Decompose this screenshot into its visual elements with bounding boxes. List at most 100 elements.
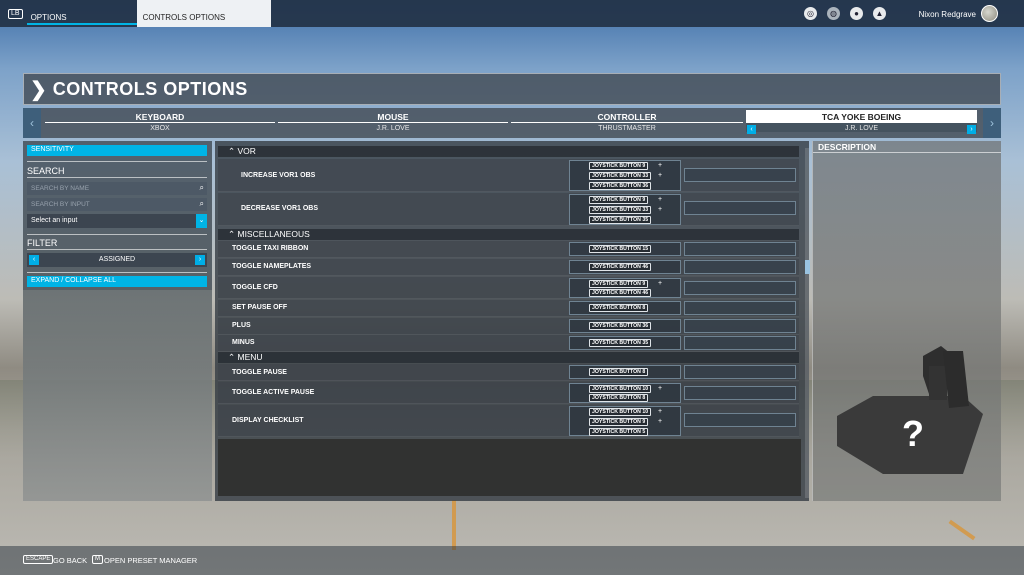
- list-item[interactable]: TOGGLE PAUSE JOYSTICK BUTTON 8: [218, 364, 799, 381]
- list-item[interactable]: TOGGLE NAMEPLATES JOYSTICK BUTTON 46: [218, 259, 799, 276]
- plus-sign: +: [658, 162, 663, 169]
- tab-keyboard-profile: XBOX: [150, 125, 170, 132]
- binding-primary[interactable]: JOYSTICK BUTTON 35: [569, 336, 681, 350]
- list-item[interactable]: MINUS JOYSTICK BUTTON 35: [218, 335, 799, 352]
- binding-secondary[interactable]: [684, 319, 796, 333]
- tab-tca-yoke-name: TCA YOKE BOEING: [746, 110, 977, 123]
- category-vor[interactable]: ⌃ VOR: [218, 146, 799, 157]
- binding-primary[interactable]: JOYSTICK BUTTON 10 + JOYSTICK BUTTON 8: [569, 383, 681, 403]
- search-by-name-input[interactable]: SEARCH BY NAME ⌕: [27, 182, 207, 195]
- binding-key: JOYSTICK BUTTON 5: [589, 428, 649, 436]
- tab-controller-name: CONTROLLER: [511, 110, 743, 123]
- arrow-right-icon[interactable]: ›: [983, 108, 1001, 138]
- plus-sign: +: [658, 408, 663, 415]
- binding-primary[interactable]: JOYSTICK BUTTON 15: [569, 242, 681, 256]
- tab-mouse[interactable]: MOUSE J.R. LOVE: [278, 110, 508, 136]
- binding-secondary[interactable]: [684, 365, 796, 379]
- binding-primary[interactable]: JOYSTICK BUTTON 9 + JOYSTICK BUTTON 33 + J…: [569, 160, 681, 191]
- binding-secondary[interactable]: [684, 242, 796, 256]
- arrow-right-icon[interactable]: ›: [195, 255, 205, 265]
- list-item[interactable]: TOGGLE CFD JOYSTICK BUTTON 9 + JOYSTICK B…: [218, 277, 799, 299]
- list-empty-area: [218, 439, 801, 496]
- binding-primary[interactable]: JOYSTICK BUTTON 36: [569, 319, 681, 333]
- binding-key: JOYSTICK BUTTON 9: [589, 196, 649, 204]
- description-panel: DESCRIPTION ?: [812, 141, 1001, 501]
- top-icons: ◎ ◍ ● ▲: [804, 7, 886, 20]
- binding-secondary[interactable]: [684, 336, 796, 350]
- category-miscellaneous[interactable]: ⌃ MISCELLANEOUS: [218, 229, 799, 240]
- list-item-label: PLUS: [232, 322, 251, 329]
- flight-hub-icon[interactable]: ◎: [804, 7, 817, 20]
- tab-options[interactable]: OPTIONS: [26, 0, 137, 27]
- binding-key: JOYSTICK BUTTON 10: [589, 408, 652, 416]
- category-miscellaneous-label: MISCELLANEOUS: [237, 229, 310, 239]
- search-by-input-input[interactable]: SEARCH BY INPUT ⌕: [27, 198, 207, 211]
- arrow-left-icon[interactable]: ‹: [747, 125, 756, 134]
- tab-tca-yoke[interactable]: TCA YOKE BOEING J.R. LOVE ‹ ›: [746, 110, 977, 136]
- binding-primary[interactable]: JOYSTICK BUTTON 8: [569, 365, 681, 379]
- list-item[interactable]: TOGGLE ACTIVE PAUSE JOYSTICK BUTTON 10 + …: [218, 382, 799, 404]
- binding-primary[interactable]: JOYSTICK BUTTON 10 + JOYSTICK BUTTON 9 + J…: [569, 406, 681, 436]
- username[interactable]: Nixon Redgrave: [919, 10, 976, 19]
- plus-sign: +: [658, 172, 663, 179]
- list-item[interactable]: SET PAUSE OFF JOYSTICK BUTTON 8: [218, 300, 799, 317]
- tab-keyboard[interactable]: KEYBOARD XBOX: [45, 110, 275, 136]
- list-item[interactable]: PLUS JOYSTICK BUTTON 36: [218, 318, 799, 335]
- tab-controls-options[interactable]: CONTROLS OPTIONS: [136, 0, 271, 27]
- binding-key: JOYSTICK BUTTON 8: [589, 368, 649, 376]
- select-input-value: Select an input: [31, 217, 78, 224]
- binding-primary[interactable]: JOYSTICK BUTTON 8: [569, 301, 681, 315]
- list-item[interactable]: DISPLAY CHECKLIST JOYSTICK BUTTON 10 + JO…: [218, 405, 799, 437]
- divider: [27, 177, 207, 178]
- sidebar-empty-area: [23, 290, 212, 501]
- profile-icon[interactable]: ●: [850, 7, 863, 20]
- category-menu[interactable]: ⌃ MENU: [218, 352, 799, 363]
- binding-secondary[interactable]: [684, 281, 796, 295]
- chevron-down-icon: ⌄: [196, 214, 207, 228]
- list-item-label: SET PAUSE OFF: [232, 304, 288, 311]
- lb-key-hint: LB: [8, 9, 23, 19]
- arrow-left-icon[interactable]: ‹: [23, 108, 41, 138]
- expand-collapse-all-button[interactable]: EXPAND / COLLAPSE ALL: [27, 276, 207, 287]
- select-input-dropdown[interactable]: Select an input ⌄: [27, 214, 207, 228]
- binding-secondary[interactable]: [684, 201, 796, 215]
- search-icon: ⌕: [199, 199, 204, 208]
- binding-secondary[interactable]: [684, 301, 796, 315]
- arrow-left-icon[interactable]: ‹: [29, 255, 39, 265]
- m-key-hint: M: [92, 555, 103, 564]
- arrow-right-icon[interactable]: ›: [967, 125, 976, 134]
- binding-primary[interactable]: JOYSTICK BUTTON 9 + JOYSTICK BUTTON 46: [569, 278, 681, 298]
- runway-marking: [452, 500, 456, 550]
- avatar[interactable]: [981, 5, 998, 22]
- binding-key: JOYSTICK BUTTON 46: [589, 263, 652, 271]
- list-item[interactable]: INCREASE VOR1 OBS JOYSTICK BUTTON 9 + JOY…: [218, 159, 799, 192]
- notifications-icon[interactable]: ▲: [873, 7, 886, 20]
- list-item[interactable]: DECREASE VOR1 OBS JOYSTICK BUTTON 9 + JOY…: [218, 193, 799, 226]
- plus-sign: +: [658, 206, 663, 213]
- binding-secondary[interactable]: [684, 260, 796, 274]
- list-item[interactable]: TOGGLE TAXI RIBBON JOYSTICK BUTTON 15: [218, 241, 799, 258]
- binding-secondary[interactable]: [684, 413, 796, 427]
- binding-secondary[interactable]: [684, 168, 796, 182]
- open-preset-manager-button[interactable]: OPEN PRESET MANAGER: [104, 556, 197, 565]
- binding-primary[interactable]: JOYSTICK BUTTON 46: [569, 260, 681, 274]
- description-title: DESCRIPTION: [813, 141, 1001, 153]
- plus-sign: +: [658, 385, 663, 392]
- tab-mouse-profile: J.R. LOVE: [376, 125, 410, 132]
- sensitivity-button[interactable]: SENSITIVITY: [27, 145, 207, 156]
- binding-key: JOYSTICK BUTTON 8: [589, 394, 649, 402]
- search-by-input-placeholder: SEARCH BY INPUT: [31, 201, 90, 208]
- list-item-label: TOGGLE PAUSE: [232, 369, 287, 376]
- binding-primary[interactable]: JOYSTICK BUTTON 9 + JOYSTICK BUTTON 33 + J…: [569, 194, 681, 225]
- binding-key: JOYSTICK BUTTON 10: [589, 385, 652, 393]
- community-icon[interactable]: ◍: [827, 7, 840, 20]
- escape-key-hint: ESCAPE: [23, 555, 54, 564]
- scrollbar-track[interactable]: [805, 148, 809, 498]
- tab-controller-profile: THRUSTMASTER: [598, 125, 656, 132]
- filter-selector[interactable]: ‹ ASSIGNED ›: [27, 253, 207, 267]
- binding-secondary[interactable]: [684, 386, 796, 400]
- binding-key: JOYSTICK BUTTON 35: [589, 339, 652, 347]
- go-back-button[interactable]: GO BACK: [53, 556, 87, 565]
- scrollbar-thumb[interactable]: [805, 260, 810, 274]
- tab-controller[interactable]: CONTROLLER THRUSTMASTER: [511, 110, 743, 136]
